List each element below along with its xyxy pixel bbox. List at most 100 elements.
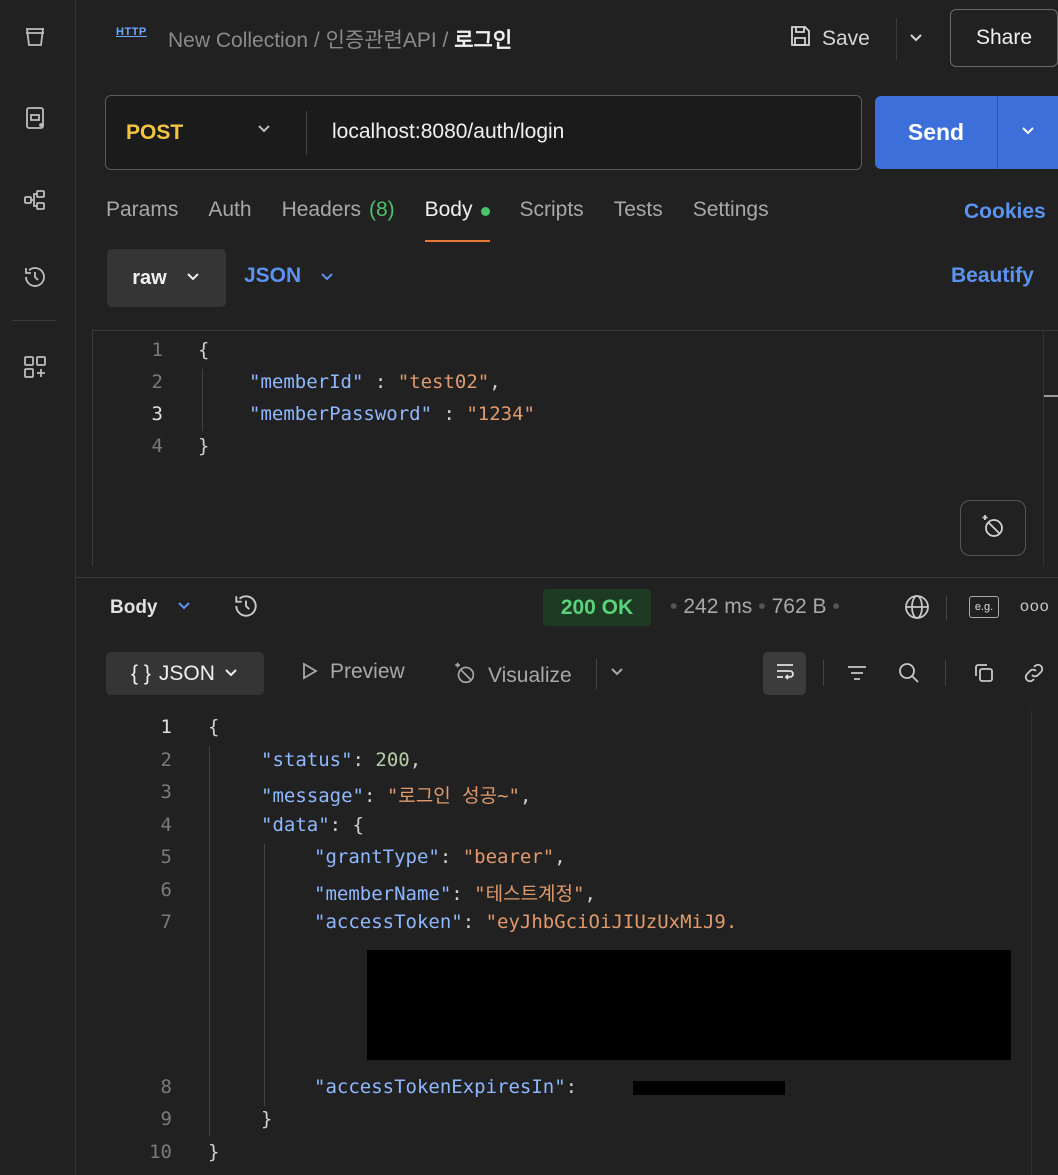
tab-body[interactable]: Body <box>424 198 490 242</box>
editor-scrollbar-track[interactable] <box>1043 330 1044 566</box>
line-number: 2 <box>160 749 172 771</box>
sparkle-icon <box>979 512 1007 545</box>
request-tabs: Params Auth Headers (8) Body Scripts Test… <box>106 198 769 242</box>
environments-icon[interactable] <box>20 103 50 133</box>
response-body-viewer[interactable]: 1 { 2 "status": 200, 3 "message": "로그인 성… <box>92 710 1058 1175</box>
save-options-button[interactable] <box>896 18 934 60</box>
json-value: 200 <box>375 749 410 771</box>
breadcrumb-collection[interactable]: New Collection <box>168 29 308 52</box>
response-size[interactable]: 762 B <box>772 595 827 618</box>
line-number: 1 <box>151 339 163 361</box>
json-key: "status" <box>261 749 353 771</box>
left-sidebar <box>0 0 76 1175</box>
preview-label: Preview <box>330 660 405 683</box>
line-number: 7 <box>160 911 172 933</box>
tab-scripts[interactable]: Scripts <box>520 198 584 242</box>
collections-icon[interactable] <box>20 22 50 52</box>
request-body-editor[interactable]: 1 { 2 "memberId" : "test02", 3 "memberPa… <box>92 330 1058 566</box>
code-line: "memberId" : "test02", <box>249 371 501 393</box>
beautify-button[interactable]: Beautify <box>951 264 1034 288</box>
headers-count: (8) <box>368 198 395 221</box>
send-button-group: Send <box>875 96 1058 169</box>
save-button[interactable]: Save <box>788 18 870 60</box>
json-value: "테스트계정" <box>474 883 585 905</box>
line-number: 6 <box>160 879 172 901</box>
link-icon[interactable] <box>1019 658 1049 688</box>
save-example-button[interactable]: e.g. <box>969 596 999 618</box>
word-wrap-button[interactable] <box>763 652 806 695</box>
tab-label: Body <box>424 198 473 221</box>
json-value: "eyJhbGciOiJIUzUxMiJ9. <box>485 911 738 933</box>
sidebar-divider <box>12 320 56 321</box>
response-scrollbar-track[interactable] <box>1031 710 1032 1175</box>
response-format-select[interactable]: { } JSON <box>106 652 264 695</box>
chevron-down-icon <box>319 266 335 290</box>
copy-icon[interactable] <box>969 658 999 688</box>
body-mode-select[interactable]: raw <box>107 249 226 307</box>
more-options-icon[interactable]: ooo <box>1020 598 1050 616</box>
visualize-button[interactable]: Visualize <box>452 660 572 692</box>
tab-settings[interactable]: Settings <box>693 198 769 242</box>
json-key: "message" <box>261 785 364 807</box>
add-workspace-icon[interactable] <box>20 352 50 382</box>
url-input[interactable] <box>332 120 832 144</box>
share-button[interactable]: Share <box>950 9 1058 67</box>
line-number: 2 <box>151 371 163 393</box>
body-language-select[interactable]: JSON <box>244 264 335 290</box>
method-select[interactable]: POST <box>126 121 183 145</box>
status-badge[interactable]: 200 OK <box>543 589 651 626</box>
save-icon <box>788 24 812 54</box>
chevron-down-icon[interactable] <box>256 120 272 141</box>
body-mode-label: raw <box>132 266 167 289</box>
send-button[interactable]: Send <box>875 96 997 169</box>
json-separator: : <box>363 371 398 393</box>
redacted-token-block <box>367 950 1011 1060</box>
wrap-icon <box>773 659 797 688</box>
globe-icon[interactable] <box>902 592 932 627</box>
tab-params[interactable]: Params <box>106 198 178 242</box>
json-separator: : <box>565 1076 589 1098</box>
tab-headers[interactable]: Headers (8) <box>282 198 395 242</box>
line-number: 9 <box>160 1108 172 1130</box>
chevron-down-icon <box>1020 122 1036 143</box>
breadcrumb-folder[interactable]: 인증관련API <box>326 29 437 52</box>
tab-tests[interactable]: Tests <box>614 198 663 242</box>
breadcrumb-request[interactable]: 로그인 <box>454 29 512 52</box>
json-value: "로그인 성공~" <box>386 785 520 807</box>
json-key: "memberId" <box>249 371 364 393</box>
json-key: "accessTokenExpiresIn" <box>314 1076 566 1098</box>
response-meta: • 242 ms • 762 B • <box>664 595 846 619</box>
toolbar-divider <box>596 659 597 689</box>
code-line: "accessToken": "eyJhbGciOiJIUzUxMiJ9. <box>314 911 737 933</box>
cookies-link[interactable]: Cookies <box>964 200 1046 224</box>
code-line: { <box>208 716 220 738</box>
filter-icon[interactable] <box>842 658 872 688</box>
code-line: } <box>208 1141 220 1163</box>
panel-divider[interactable] <box>76 577 1058 578</box>
send-options-button[interactable] <box>997 96 1058 169</box>
tab-label: Params <box>106 198 179 221</box>
http-badge: HTTP <box>116 26 147 38</box>
meta-dot: • <box>758 595 766 618</box>
tab-auth[interactable]: Auth <box>208 198 251 242</box>
code-line: "grantType": "bearer", <box>314 846 566 868</box>
braces-icon: { } <box>131 661 151 685</box>
ai-assist-button[interactable] <box>960 500 1026 556</box>
response-time[interactable]: 242 ms <box>683 595 752 618</box>
history-icon[interactable] <box>20 262 50 292</box>
chevron-down-icon <box>908 29 924 50</box>
json-key: "accessToken" <box>314 911 463 933</box>
format-label: JSON <box>158 661 215 685</box>
tab-label: Headers <box>281 198 361 221</box>
chevron-down-icon[interactable] <box>609 663 625 684</box>
code-line: "message": "로그인 성공~", <box>261 781 531 808</box>
json-brace: { <box>352 814 364 836</box>
body-language-label: JSON <box>244 264 302 287</box>
preview-button[interactable]: Preview <box>298 660 405 688</box>
response-section-select[interactable]: Body <box>110 597 192 619</box>
flows-icon[interactable] <box>20 185 50 215</box>
indent-guide <box>202 369 203 431</box>
url-divider <box>306 111 307 155</box>
search-icon[interactable] <box>894 658 924 688</box>
response-history-icon[interactable] <box>232 592 260 625</box>
